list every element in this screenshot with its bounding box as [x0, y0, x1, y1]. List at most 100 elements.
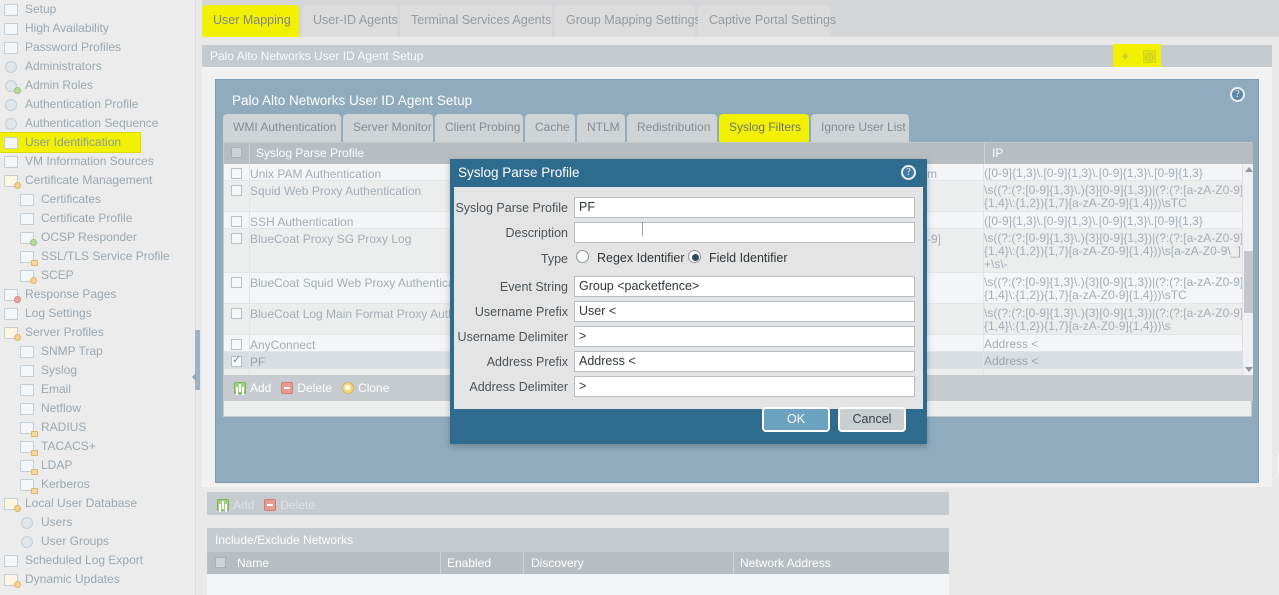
sidebar-item-snmp-trap[interactable]: SNMP Trap: [0, 342, 195, 361]
sidebar-item-radius[interactable]: RADIUS: [0, 418, 195, 437]
sidebar-item-user-groups[interactable]: User Groups: [0, 532, 195, 551]
radio-field-identifier[interactable]: [688, 250, 701, 263]
scrollbar-thumb[interactable]: [1244, 251, 1253, 313]
table-scrollbar[interactable]: [1242, 164, 1253, 375]
sidebar-item-log-settings[interactable]: Log Settings: [0, 304, 195, 323]
sidebar-item-certificate-management[interactable]: Certificate Management: [0, 171, 195, 190]
clone-button[interactable]: Clone: [342, 375, 389, 401]
event-string-input[interactable]: Group <packetfence>: [574, 276, 915, 297]
scroll-down-icon[interactable]: [1245, 367, 1253, 372]
description-input[interactable]: [574, 222, 915, 243]
column-header-discovery[interactable]: Discovery: [531, 552, 584, 574]
sidebar-item-dynamic-updates[interactable]: Dynamic Updates: [0, 570, 195, 589]
lower-table-toolbar[interactable]: Add Delete: [207, 492, 949, 515]
button-label: Delete: [280, 498, 315, 512]
dialog-cancel-button[interactable]: Cancel: [838, 407, 906, 432]
username-delimiter-input[interactable]: >: [574, 326, 915, 347]
sidebar-splitter[interactable]: [195, 0, 202, 595]
sidebar-item-users[interactable]: Users: [0, 513, 195, 532]
sidebar-item-administrators[interactable]: Administrators: [0, 57, 195, 76]
sidebar-navigation[interactable]: SetupHigh AvailabilityPassword ProfilesA…: [0, 0, 195, 595]
sidebar-item-scep[interactable]: SCEP: [0, 266, 195, 285]
delete-button[interactable]: Delete: [264, 492, 315, 518]
sidebar-item-ssl-tls-service-profile[interactable]: SSL/TLS Service Profile: [0, 247, 195, 266]
sidebar-item-email[interactable]: Email: [0, 380, 195, 399]
top-tab-strip[interactable]: User MappingUser-ID AgentsTerminal Servi…: [202, 0, 1279, 37]
row-checkbox[interactable]: [231, 185, 242, 196]
sidebar-item-password-profiles[interactable]: Password Profiles: [0, 38, 195, 57]
select-all-cell[interactable]: [224, 143, 250, 164]
row-checkbox[interactable]: [231, 216, 242, 227]
row-checkbox[interactable]: [231, 339, 242, 350]
add-button[interactable]: Add: [234, 375, 271, 401]
section-header-icon-group[interactable]: ✦ ⚙: [1113, 44, 1161, 68]
agent-tab-wmi-authentication[interactable]: WMI Authentication: [223, 114, 341, 142]
sidebar-collapse-handle[interactable]: [195, 330, 200, 390]
header-divider: [523, 552, 524, 574]
column-header-enabled[interactable]: Enabled: [447, 552, 491, 574]
address-prefix-input[interactable]: Address <: [574, 351, 915, 372]
sidebar-item-authentication-sequence[interactable]: Authentication Sequence: [0, 114, 195, 133]
sidebar-collapse-arrow-icon[interactable]: [192, 373, 196, 381]
column-header-profile[interactable]: Syslog Parse Profile: [256, 143, 364, 164]
column-header-ip[interactable]: IP: [992, 143, 1003, 164]
tab-user-id-agents[interactable]: User-ID Agents: [302, 5, 397, 37]
sidebar-item-kerberos[interactable]: Kerberos: [0, 475, 195, 494]
tab-captive-portal-settings[interactable]: Captive Portal Settings: [698, 5, 830, 37]
sidebar-item-scheduled-log-export[interactable]: Scheduled Log Export: [0, 551, 195, 570]
row-checkbox[interactable]: [231, 277, 242, 288]
tab-group-mapping-settings[interactable]: Group Mapping Settings: [555, 5, 695, 37]
sparkle-gear-icon[interactable]: ✦: [1119, 50, 1132, 63]
sidebar-item-response-pages[interactable]: Response Pages: [0, 285, 195, 304]
sidebar-item-certificates[interactable]: Certificates: [0, 190, 195, 209]
username-prefix-input[interactable]: User <: [574, 301, 915, 322]
radio-label-regex-identifier[interactable]: Regex Identifier: [597, 251, 685, 265]
sidebar-item-certificate-profile[interactable]: Certificate Profile: [0, 209, 195, 228]
sidebar-item-tacacs[interactable]: TACACS+: [0, 437, 195, 456]
sidebar-item-authentication-profile[interactable]: Authentication Profile: [0, 95, 195, 114]
dialog-ok-button[interactable]: OK: [762, 407, 830, 432]
row-checkbox[interactable]: [231, 233, 242, 244]
sidebar-item-netflow[interactable]: Netflow: [0, 399, 195, 418]
row-checkbox[interactable]: [231, 308, 242, 319]
add-button[interactable]: Add: [217, 492, 254, 518]
field-label: Username Delimiter: [454, 330, 568, 344]
column-header-name[interactable]: Name: [237, 552, 269, 574]
agent-tab-ntlm[interactable]: NTLM: [577, 114, 625, 142]
sidebar-item-admin-roles[interactable]: Admin Roles: [0, 76, 195, 95]
sidebar-item-ldap[interactable]: LDAP: [0, 456, 195, 475]
sidebar-item-setup[interactable]: Setup: [0, 0, 195, 19]
agent-tab-cache[interactable]: Cache: [525, 114, 575, 142]
sidebar-item-local-user-database[interactable]: Local User Database: [0, 494, 195, 513]
sidebar-item-ocsp-responder[interactable]: OCSP Responder: [0, 228, 195, 247]
gear-icon[interactable]: ⚙: [1143, 50, 1156, 63]
scroll-up-icon[interactable]: [1245, 167, 1253, 172]
delete-button[interactable]: Delete: [281, 375, 332, 401]
radio-regex-identifier[interactable]: [576, 250, 589, 263]
agent-tab-bar[interactable]: WMI AuthenticationServer MonitorClient P…: [223, 114, 1258, 142]
radio-label-field-identifier[interactable]: Field Identifier: [709, 251, 788, 265]
agent-tab-ignore-user-list[interactable]: Ignore User List: [811, 114, 909, 142]
agent-tab-syslog-filters[interactable]: Syslog Filters: [719, 114, 809, 142]
sidebar-item-label: TACACS+: [41, 437, 96, 456]
row-checkbox[interactable]: [231, 168, 242, 179]
row-checkbox[interactable]: [231, 356, 242, 367]
agent-tab-client-probing[interactable]: Client Probing: [435, 114, 523, 142]
address-delimiter-input[interactable]: >: [574, 376, 915, 397]
select-all-checkbox[interactable]: [231, 147, 242, 158]
select-all-checkbox[interactable]: [215, 557, 226, 568]
tab-user-mapping[interactable]: User Mapping: [202, 5, 299, 37]
sidebar-item-syslog[interactable]: Syslog: [0, 361, 195, 380]
sidebar-item-server-profiles[interactable]: Server Profiles: [0, 323, 195, 342]
lock-icon: [31, 488, 38, 494]
agent-tab-server-monitor[interactable]: Server Monitor: [343, 114, 433, 142]
syslog-parse-profile-input[interactable]: PF: [574, 197, 915, 218]
column-header-network-address[interactable]: Network Address: [740, 552, 831, 574]
sidebar-item-high-availability[interactable]: High Availability: [0, 19, 195, 38]
agent-tab-redistribution[interactable]: Redistribution: [627, 114, 717, 142]
sidebar-item-vm-information-sources[interactable]: VM Information Sources: [0, 152, 195, 171]
help-icon[interactable]: ?: [1230, 87, 1245, 102]
help-icon[interactable]: ?: [901, 165, 916, 180]
sidebar-item-user-identification[interactable]: User Identification: [0, 133, 140, 152]
tab-terminal-services-agents[interactable]: Terminal Services Agents: [400, 5, 552, 37]
